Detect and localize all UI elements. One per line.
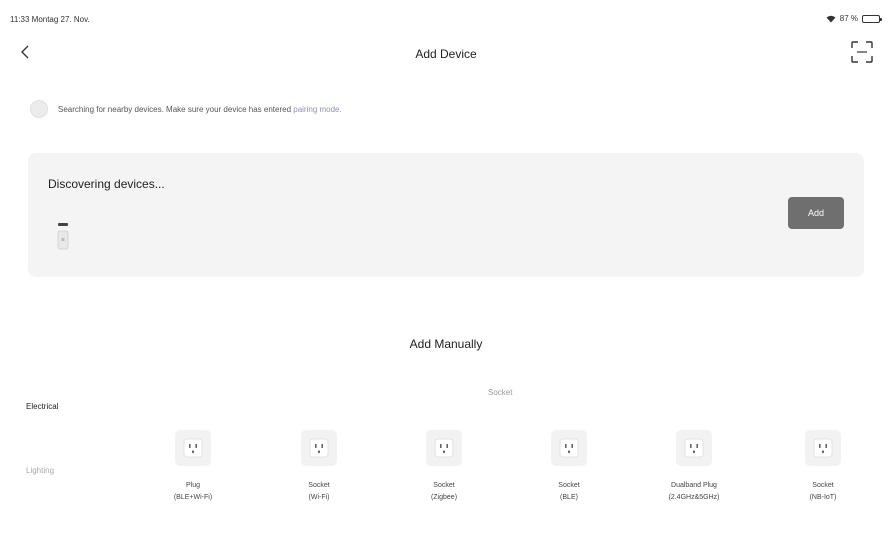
device-tile-protocol: (Wi-Fi) [308,494,330,501]
device-tile-label: Socket (BLE) [558,480,579,504]
socket-icon [426,430,462,466]
socket-icon [676,430,712,466]
device-tile-plug-ble-wifi[interactable]: Plug (BLE+Wi-Fi) [148,430,238,504]
scan-icon [851,40,873,68]
discovering-title: Discovering devices... [48,177,165,191]
device-tile-socket-ble[interactable]: Socket (BLE) [524,430,614,504]
category-electrical[interactable]: Electrical [26,402,58,411]
device-tile-protocol: (NB-IoT) [809,494,837,501]
device-tile-label: Socket (Wi-Fi) [308,480,329,504]
device-tile-name: Socket [558,482,580,489]
pairing-mode-link[interactable]: pairing mode. [293,105,341,114]
device-tile-name: Socket [433,482,455,489]
status-indicators: 87 % [826,14,882,23]
socket-icon [551,430,587,466]
add-button[interactable]: Add [788,197,844,229]
device-tile-socket-zigbee[interactable]: Socket (Zigbee) [399,430,489,504]
search-hint: Searching for nearby devices. Make sure … [30,100,342,118]
device-tile-socket-nbiot[interactable]: Socket (NB-IoT) [778,430,868,504]
scan-button[interactable] [848,40,876,68]
device-tile-label: Plug (BLE+Wi-Fi) [174,480,212,504]
device-tile-name: Socket [308,482,330,489]
add-manually-title: Add Manually [409,337,483,351]
device-tile-label: Dualband Plug (2.4GHz&5GHz) [669,480,720,504]
socket-icon [805,430,841,466]
device-tile-name: Plug [185,482,200,489]
device-tile-dualband-plug[interactable]: Dualband Plug (2.4GHz&5GHz) [649,430,739,504]
page-title: Add Device [415,47,477,61]
discovering-card: Discovering devices... Add [28,153,864,277]
nav-bar: Add Device [0,36,892,72]
device-tile-protocol: (BLE+Wi-Fi) [173,494,213,501]
device-tile-socket-wifi[interactable]: Socket (Wi-Fi) [274,430,364,504]
battery-percent: 87 % [839,14,858,23]
device-icon [56,223,70,251]
search-hint-message: Searching for nearby devices. Make sure … [58,104,294,114]
wifi-icon [826,15,836,23]
device-tile-protocol: (BLE) [560,494,578,501]
device-tile-name: Dualband Plug [671,482,717,489]
category-lighting[interactable]: Lighting [26,466,54,475]
device-tile-label: Socket (Zigbee) [431,480,457,504]
status-time: 11:33 Montag 27. Nov. [10,15,90,24]
search-hint-text: Searching for nearby devices. Make sure … [58,105,342,114]
socket-icon [175,430,211,466]
device-tile-name: Socket [812,482,834,489]
status-bar: 11:33 Montag 27. Nov. 87 % [0,0,892,36]
section-label-socket: Socket [488,388,513,397]
socket-icon [301,430,337,466]
battery-icon [862,14,882,23]
device-tile-protocol: (2.4GHz&5GHz) [668,494,720,501]
device-tile-label: Socket (NB-IoT) [810,480,837,504]
device-tile-protocol: (Zigbee) [430,494,458,501]
spinner-icon [30,100,48,118]
